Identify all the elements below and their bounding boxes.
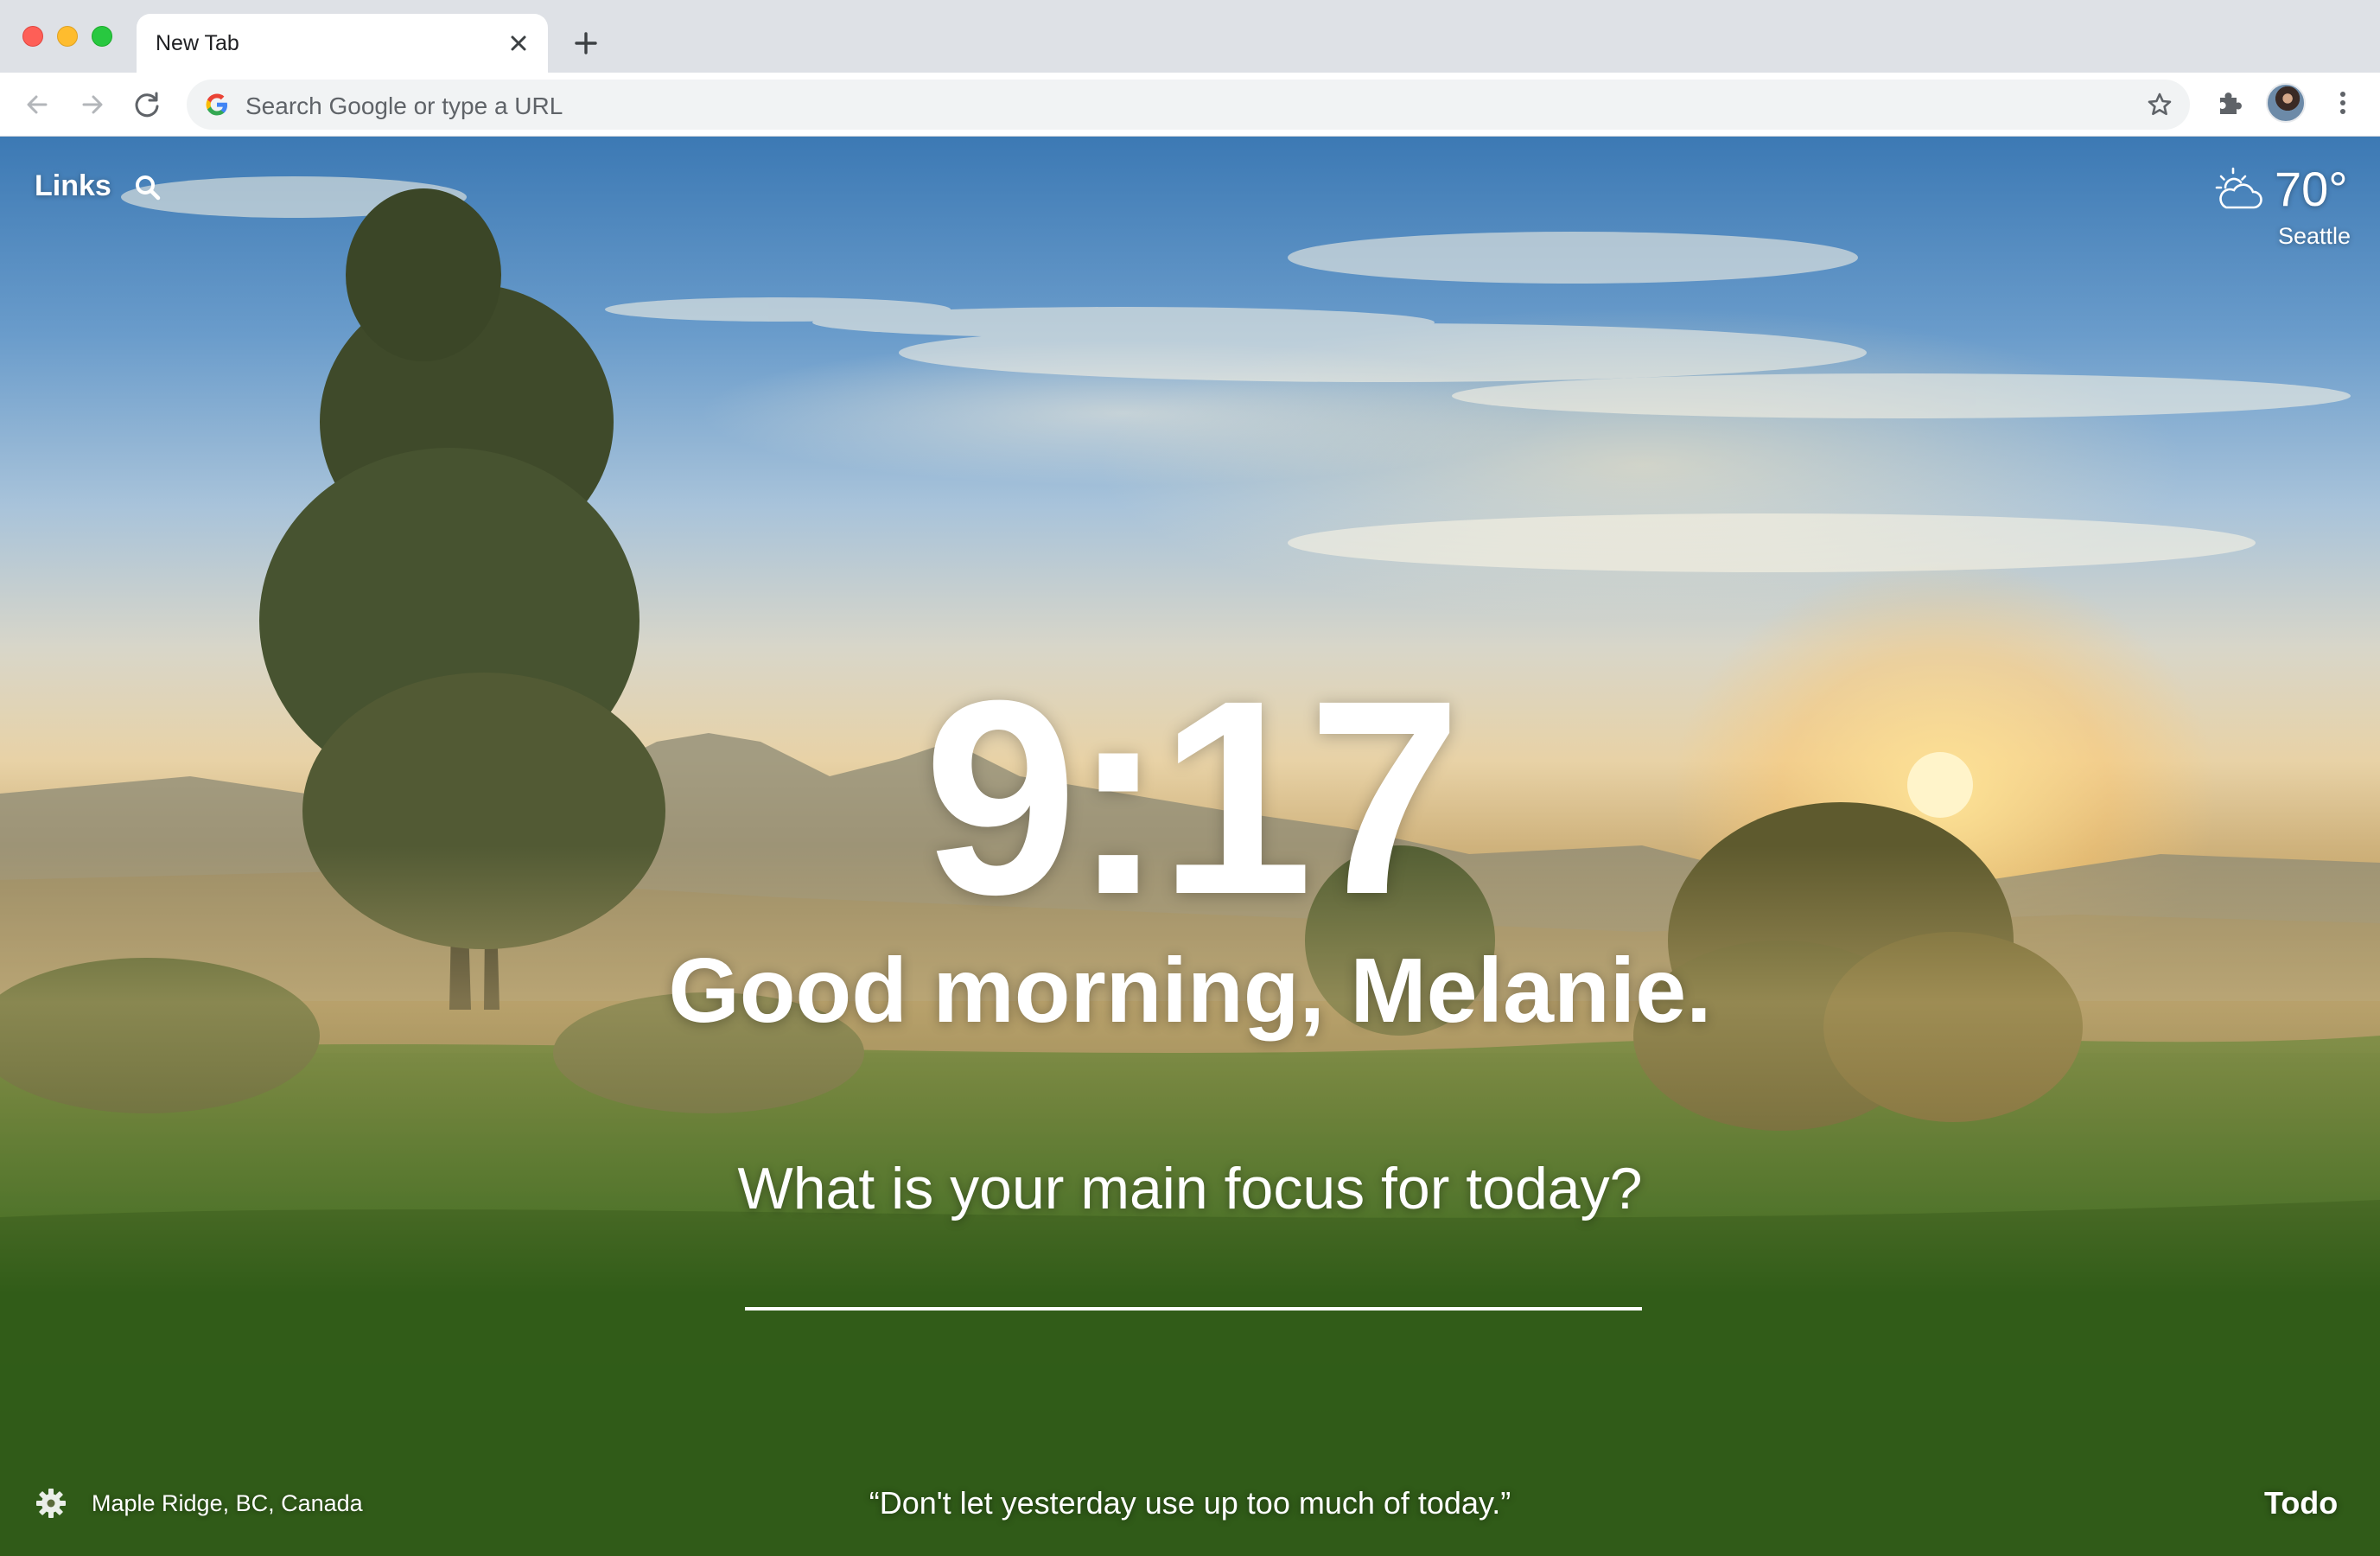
window-maximize-button[interactable] <box>92 26 112 47</box>
clock-time: 9:17 <box>923 642 1461 952</box>
address-bar[interactable]: Search Google or type a URL <box>187 80 2190 130</box>
greeting-message: Good morning, Melanie. <box>668 940 1712 1042</box>
momentum-dashboard: Links 70° Seattle 9:17 Good morning, Mel… <box>0 137 2380 1556</box>
close-icon[interactable] <box>501 26 536 61</box>
focus-input[interactable] <box>745 1224 1642 1310</box>
bookmark-star-icon[interactable] <box>2143 88 2176 121</box>
browser-toolbar: Search Google or type a URL <box>0 73 2380 137</box>
tab-title: New Tab <box>156 31 239 55</box>
links-button[interactable]: Links <box>35 169 111 203</box>
reload-icon[interactable] <box>128 85 168 124</box>
back-arrow-icon[interactable] <box>17 85 57 124</box>
tab-new-tab[interactable]: New Tab <box>137 14 548 73</box>
search-icon[interactable] <box>133 173 162 202</box>
focus-question: What is your main focus for today? <box>737 1156 1643 1221</box>
extensions-puzzle-icon[interactable] <box>2212 85 2249 121</box>
tab-strip: New Tab <box>0 0 2380 73</box>
weather-temperature: 70° <box>2275 162 2348 216</box>
new-tab-plus-icon[interactable] <box>567 24 605 62</box>
daily-quote: “Don't let yesterday use up too much of … <box>869 1485 1511 1521</box>
forward-arrow-icon[interactable] <box>73 85 112 124</box>
more-menu-icon[interactable] <box>2325 85 2361 121</box>
partly-cloudy-icon <box>2212 164 2266 214</box>
window-close-button[interactable] <box>22 26 43 47</box>
window-minimize-button[interactable] <box>57 26 78 47</box>
weather-city: Seattle <box>2277 223 2351 249</box>
todo-button[interactable]: Todo <box>2264 1485 2338 1521</box>
address-bar-placeholder: Search Google or type a URL <box>245 92 563 119</box>
google-g-icon <box>206 93 228 116</box>
profile-avatar[interactable] <box>2266 83 2306 123</box>
weather-widget[interactable]: 70° Seattle <box>2212 154 2351 249</box>
